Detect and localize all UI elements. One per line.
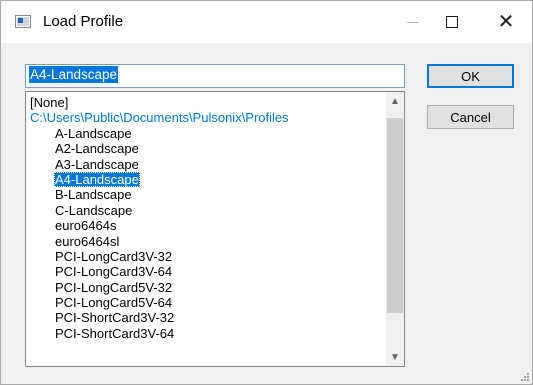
- profile-listbox[interactable]: [None] C:\Users\Public\Documents\Pulsoni…: [25, 91, 405, 367]
- maximize-button[interactable]: [429, 1, 475, 43]
- list-item[interactable]: B-Landscape: [26, 187, 381, 202]
- profile-list: [None] C:\Users\Public\Documents\Pulsoni…: [26, 95, 381, 341]
- list-item[interactable]: euro6464sl: [26, 234, 381, 249]
- scrollbar-thumb[interactable]: [387, 118, 403, 313]
- ok-button[interactable]: OK: [427, 64, 514, 88]
- resize-grip[interactable]: [518, 370, 530, 382]
- maximize-icon: [446, 16, 458, 28]
- list-item[interactable]: A2-Landscape: [26, 141, 381, 156]
- list-item-folder-path[interactable]: C:\Users\Public\Documents\Pulsonix\Profi…: [26, 110, 381, 125]
- list-item[interactable]: PCI-ShortCard3V-32: [26, 310, 381, 325]
- chevron-up-icon: ▲: [390, 95, 400, 107]
- list-item[interactable]: PCI-LongCard5V-64: [26, 295, 381, 310]
- list-item[interactable]: PCI-LongCard5V-32: [26, 280, 381, 295]
- title-bar[interactable]: Load Profile ✕: [1, 1, 532, 43]
- list-item[interactable]: C-Landscape: [26, 203, 381, 218]
- list-item[interactable]: PCI-LongCard3V-32: [26, 249, 381, 264]
- scroll-up-button[interactable]: ▲: [386, 92, 404, 110]
- list-item[interactable]: A4-Landscape: [26, 171, 381, 187]
- list-item[interactable]: PCI-LongCard3V-64: [26, 264, 381, 279]
- list-item[interactable]: PCI-ShortCard3V-64: [26, 326, 381, 341]
- close-icon: ✕: [497, 11, 515, 33]
- app-icon: [15, 15, 31, 28]
- minimize-icon: [406, 21, 418, 23]
- list-item-none[interactable]: [None]: [26, 95, 381, 110]
- profile-name-value: A4-Landscape: [29, 66, 119, 83]
- cancel-button[interactable]: Cancel: [427, 105, 514, 129]
- window-title: Load Profile: [43, 13, 124, 30]
- scroll-down-button[interactable]: ▼: [386, 348, 404, 366]
- list-item[interactable]: euro6464s: [26, 218, 381, 233]
- vertical-scrollbar[interactable]: ▲ ▼: [386, 92, 404, 366]
- list-item[interactable]: A3-Landscape: [26, 157, 381, 172]
- close-button[interactable]: ✕: [483, 1, 529, 43]
- list-item[interactable]: A-Landscape: [26, 126, 381, 141]
- chevron-down-icon: ▼: [390, 351, 400, 363]
- load-profile-dialog: Load Profile ✕ A4-Landscape [None] C:\Us…: [0, 0, 533, 385]
- profile-name-input[interactable]: A4-Landscape: [25, 64, 405, 88]
